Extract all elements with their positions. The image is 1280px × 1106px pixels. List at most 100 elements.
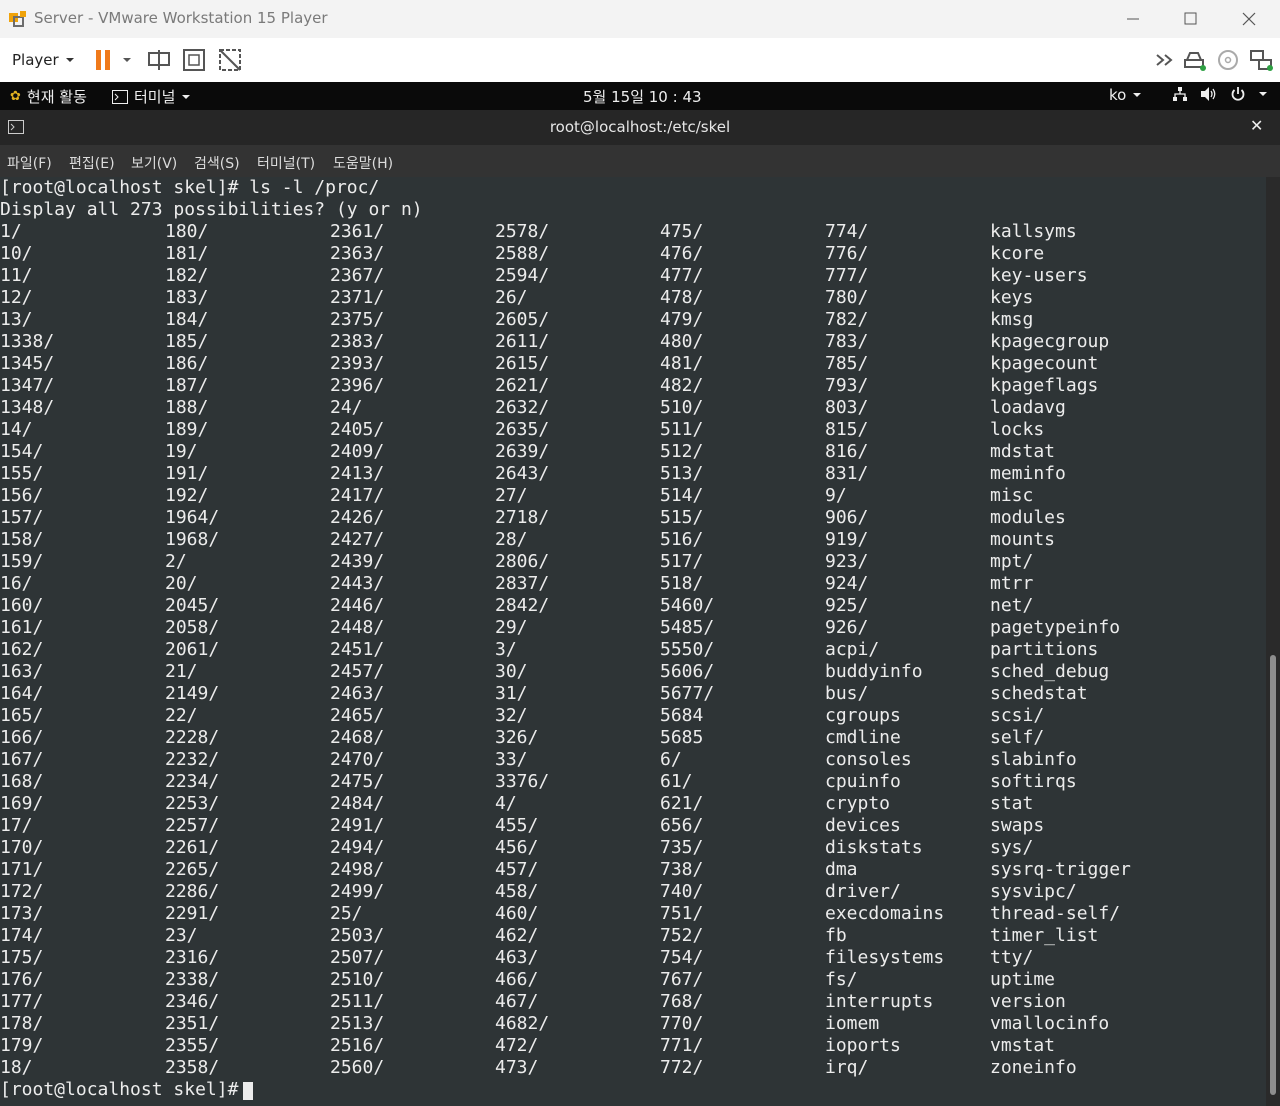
proc-entry: 11/ (0, 265, 33, 286)
system-menu[interactable] (1172, 86, 1268, 102)
proc-entry: 2316/ (165, 947, 220, 968)
proc-entry: tty/ (990, 947, 1034, 968)
cd-icon[interactable] (1215, 48, 1241, 72)
proc-entry: 186/ (165, 353, 209, 374)
proc-entry: 462/ (495, 925, 539, 946)
removable-drive-icon[interactable] (1182, 48, 1208, 72)
window-title: Server - VMware Workstation 15 Player (34, 9, 328, 27)
proc-entry: 174/ (0, 925, 44, 946)
proc-entry: mtrr (990, 573, 1034, 594)
proc-entry: 157/ (0, 507, 44, 528)
proc-entry: thread-self/ (990, 903, 1121, 924)
proc-entry: 2516/ (330, 1035, 385, 1056)
language-selector[interactable]: ko (1109, 86, 1142, 104)
proc-entry: 479/ (660, 309, 704, 330)
proc-entry: 4/ (495, 793, 517, 814)
proc-entry: 2149/ (165, 683, 220, 704)
proc-entry: 2393/ (330, 353, 385, 374)
menu-search[interactable]: 검색(S) (194, 153, 240, 173)
menu-file[interactable]: 파일(F) (7, 153, 52, 173)
close-button[interactable] (1220, 0, 1278, 38)
proc-entry: 2615/ (495, 353, 550, 374)
menu-view[interactable]: 보기(V) (131, 153, 177, 173)
proc-entry: 32/ (495, 705, 528, 726)
proc-entry: iomem (825, 1013, 880, 1034)
proc-entry: 2234/ (165, 771, 220, 792)
proc-entry: 803/ (825, 397, 869, 418)
fullscreen-icon[interactable] (181, 48, 207, 72)
command-line: [root@localhost skel]# ls -l /proc/ (0, 177, 380, 198)
menu-help[interactable]: 도움말(H) (333, 153, 393, 173)
activities-button[interactable]: ✿ 현재 활동 (10, 86, 87, 107)
proc-entry: 2491/ (330, 815, 385, 836)
terminal-output[interactable]: [root@localhost skel]# ls -l /proc/ Disp… (0, 177, 1266, 1106)
network-adapter-icon[interactable] (1248, 48, 1274, 72)
proc-entry: cgroups (825, 705, 901, 726)
proc-entry: 2426/ (330, 507, 385, 528)
pause-icon[interactable] (92, 48, 118, 72)
maximize-button[interactable] (1162, 0, 1220, 38)
proc-entry: sysvipc/ (990, 881, 1077, 902)
proc-entry: 5485/ (660, 617, 715, 638)
send-ctrl-alt-del-icon[interactable] (146, 48, 172, 72)
proc-entry: 9/ (825, 485, 847, 506)
proc-entry: 457/ (495, 859, 539, 880)
proc-entry: 1348/ (0, 397, 55, 418)
proc-entry: 473/ (495, 1057, 539, 1078)
proc-entry: 19/ (165, 441, 198, 462)
menu-terminal[interactable]: 터미널(T) (257, 153, 315, 173)
proc-entry: 783/ (825, 331, 869, 352)
proc-entry: 460/ (495, 903, 539, 924)
proc-entry: crypto (825, 793, 891, 814)
proc-entry: 13/ (0, 309, 33, 330)
menu-edit[interactable]: 편집(E) (69, 153, 115, 173)
proc-entry: 2611/ (495, 331, 550, 352)
clock[interactable]: 5월 15일 10 : 43 (583, 86, 702, 107)
proc-entry: 1347/ (0, 375, 55, 396)
scrollbar-thumb[interactable] (1270, 655, 1276, 1095)
proc-entry: softirqs (990, 771, 1077, 792)
proc-entry: 2443/ (330, 573, 385, 594)
proc-entry: 3376/ (495, 771, 550, 792)
proc-entry: 2499/ (330, 881, 385, 902)
proc-entry: 176/ (0, 969, 44, 990)
proc-entry: 1/ (0, 221, 22, 242)
proc-entry: 163/ (0, 661, 44, 682)
window-titlebar: Server - VMware Workstation 15 Player (0, 0, 1280, 38)
terminal-close-button[interactable]: ✕ (1250, 116, 1263, 135)
gnome-top-bar: ✿ 현재 활동 터미널 5월 15일 10 : 43 ko (0, 82, 1280, 110)
proc-entry: 27/ (495, 485, 528, 506)
proc-entry: 3/ (495, 639, 517, 660)
proc-entry: 18/ (0, 1057, 33, 1078)
proc-entry: kmsg (990, 309, 1034, 330)
proc-entry: kcore (990, 243, 1045, 264)
proc-entry: 780/ (825, 287, 869, 308)
forward-icon[interactable] (1153, 48, 1179, 72)
proc-entry: kpageflags (990, 375, 1099, 396)
proc-entry: 482/ (660, 375, 704, 396)
proc-entry: 172/ (0, 881, 44, 902)
proc-entry: 2367/ (330, 265, 385, 286)
terminal-scrollbar[interactable] (1266, 177, 1280, 1106)
proc-entry: filesystems (825, 947, 945, 968)
proc-entry: 2513/ (330, 1013, 385, 1034)
proc-entry: 165/ (0, 705, 44, 726)
shell-prompt: [root@localhost skel]# (0, 1079, 250, 1100)
proc-entry: 21/ (165, 661, 198, 682)
proc-entry: 5606/ (660, 661, 715, 682)
app-menu-button[interactable]: 터미널 (112, 86, 191, 107)
proc-entry: 33/ (495, 749, 528, 770)
unity-icon[interactable] (217, 48, 243, 72)
proc-entry: 2291/ (165, 903, 220, 924)
proc-entry: 2396/ (330, 375, 385, 396)
pause-dropdown-icon[interactable] (118, 48, 136, 72)
player-menu-button[interactable]: Player (6, 46, 81, 74)
player-menu-label: Player (12, 51, 59, 69)
proc-entry: 772/ (660, 1057, 704, 1078)
chevron-down-icon (1259, 92, 1267, 96)
proc-entry: 925/ (825, 595, 869, 616)
minimize-button[interactable] (1104, 0, 1162, 38)
terminal-menubar: 파일(F) 편집(E) 보기(V) 검색(S) 터미널(T) 도움말(H) (0, 145, 1280, 177)
proc-entry: 30/ (495, 661, 528, 682)
proc-entry: fs/ (825, 969, 858, 990)
